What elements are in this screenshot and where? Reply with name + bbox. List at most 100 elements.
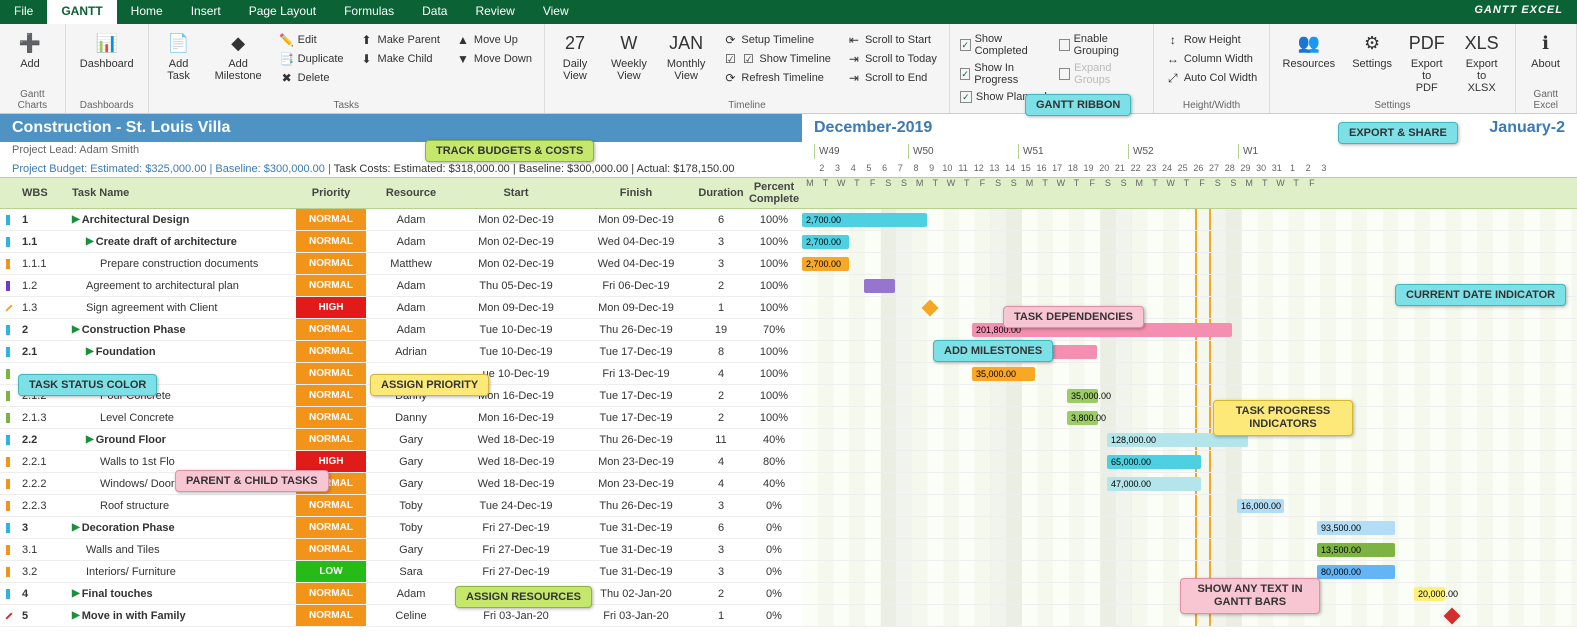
- menu-tab-insert[interactable]: Insert: [177, 0, 235, 24]
- task-row[interactable]: NORMALue 10-Dec-19Fri 13-Dec-194100%35,0…: [0, 363, 1577, 385]
- scroll-end-button[interactable]: ⇥Scroll to End: [843, 70, 941, 86]
- menu-tab-formulas[interactable]: Formulas: [330, 0, 408, 24]
- scroll-start-button[interactable]: ⇤Scroll to Start: [843, 32, 941, 48]
- gantt-bar[interactable]: 20,000.00: [1414, 587, 1445, 601]
- expand-icon[interactable]: ▶: [72, 522, 80, 533]
- task-row[interactable]: 3.2Interiors/ FurnitureLOWSaraFri 27-Dec…: [0, 561, 1577, 583]
- task-row[interactable]: 2▶Construction PhaseNORMALAdamTue 10-Dec…: [0, 319, 1577, 341]
- menu-tab-page layout[interactable]: Page Layout: [235, 0, 330, 24]
- col-width-button[interactable]: ↔Column Width: [1162, 51, 1261, 67]
- expand-icon[interactable]: ▶: [72, 610, 80, 621]
- task-name-cell[interactable]: ▶Architectural Design: [66, 209, 296, 230]
- expand-icon[interactable]: ▶: [86, 236, 94, 247]
- menu-tab-review[interactable]: Review: [461, 0, 528, 24]
- expand-icon[interactable]: ▶: [86, 434, 94, 445]
- scroll-today-button[interactable]: ⇥Scroll to Today: [843, 51, 941, 67]
- col-priority[interactable]: Priority: [296, 178, 366, 208]
- col-finish[interactable]: Finish: [576, 178, 696, 208]
- show-timeline-button[interactable]: ☑☑Show Timeline: [719, 51, 835, 67]
- gantt-bar[interactable]: 2,700.00: [802, 257, 849, 271]
- col-wbs[interactable]: WBS: [16, 178, 66, 208]
- task-row[interactable]: 5▶Move in with FamilyNORMALCelineFri 03-…: [0, 605, 1577, 627]
- gantt-row[interactable]: 128,000.00: [802, 429, 1577, 450]
- milestone-icon[interactable]: [922, 300, 939, 317]
- task-name-cell[interactable]: ▶Ground Floor: [66, 429, 296, 450]
- col-taskname[interactable]: Task Name: [66, 178, 296, 208]
- make-parent-button[interactable]: ⬆Make Parent: [356, 32, 444, 48]
- menu-tab-data[interactable]: Data: [408, 0, 461, 24]
- gantt-row[interactable]: 16,000.00: [802, 495, 1577, 516]
- task-row[interactable]: 3▶Decoration PhaseNORMALTobyFri 27-Dec-1…: [0, 517, 1577, 539]
- expand-icon[interactable]: ▶: [72, 324, 80, 335]
- add-chart-button[interactable]: ➕Add: [8, 28, 52, 72]
- menu-tab-home[interactable]: Home: [117, 0, 177, 24]
- auto-col-width-button[interactable]: ⤢Auto Col Width: [1162, 70, 1261, 86]
- enable-grouping[interactable]: Enable Grouping: [1057, 32, 1145, 58]
- task-row[interactable]: 1.1▶Create draft of architectureNORMALAd…: [0, 231, 1577, 253]
- task-name-cell[interactable]: ▶Final touches: [66, 583, 296, 604]
- task-name-cell[interactable]: ▶Move in with Family: [66, 605, 296, 626]
- task-name-cell[interactable]: ▶Foundation: [66, 341, 296, 362]
- task-name-cell[interactable]: ▶Decoration Phase: [66, 517, 296, 538]
- gantt-bar[interactable]: 2,700.00: [802, 235, 849, 249]
- task-name-cell[interactable]: Walls and Tiles: [66, 539, 296, 560]
- add-task-button[interactable]: 📄AddTask: [157, 28, 201, 84]
- col-percent[interactable]: Percent Complete: [746, 178, 802, 208]
- export-pdf-button[interactable]: PDFExportto PDF: [1405, 28, 1449, 96]
- task-row[interactable]: 1▶Architectural DesignNORMALAdamMon 02-D…: [0, 209, 1577, 231]
- task-row[interactable]: 4▶Final touchesNORMALAdamThu 02-Jan-2020…: [0, 583, 1577, 605]
- add-milestone-button[interactable]: ◆AddMilestone: [209, 28, 268, 84]
- gantt-row[interactable]: 3,800.00: [802, 407, 1577, 428]
- gantt-row[interactable]: 65,000.00: [802, 451, 1577, 472]
- gantt-bar[interactable]: 16,000.00: [1237, 499, 1284, 513]
- delete-button[interactable]: ✖Delete: [276, 70, 348, 86]
- filter-completed[interactable]: ✓Show Completed: [958, 32, 1049, 58]
- gantt-row[interactable]: 13,500.00: [802, 539, 1577, 560]
- expand-icon[interactable]: ▶: [72, 588, 80, 599]
- gantt-bar[interactable]: [864, 279, 895, 293]
- gantt-bar[interactable]: 80,000.00: [1317, 565, 1395, 579]
- task-name-cell[interactable]: Roof structure: [66, 495, 296, 516]
- daily-view-button[interactable]: 27DailyView: [553, 28, 597, 84]
- milestone-icon[interactable]: [1444, 608, 1461, 625]
- task-name-cell[interactable]: ▶Create draft of architecture: [66, 231, 296, 252]
- gantt-row[interactable]: 47,000.00: [802, 473, 1577, 494]
- gantt-bar[interactable]: 35,000.00: [972, 367, 1035, 381]
- task-row[interactable]: 2.1▶FoundationNORMALAdrianTue 10-Dec-19T…: [0, 341, 1577, 363]
- task-name-cell[interactable]: Sign agreement with Client: [66, 297, 296, 318]
- weekly-view-button[interactable]: WWeeklyView: [605, 28, 653, 84]
- settings-button[interactable]: ⚙Settings: [1347, 28, 1396, 72]
- move-down-button[interactable]: ▼Move Down: [452, 51, 536, 67]
- gantt-bar[interactable]: 47,000.00: [1107, 477, 1201, 491]
- task-name-cell[interactable]: Agreement to architectural plan: [66, 275, 296, 296]
- duplicate-button[interactable]: 📑Duplicate: [276, 51, 348, 67]
- refresh-timeline-button[interactable]: ⟳Refresh Timeline: [719, 70, 835, 86]
- task-name-cell[interactable]: ▶Construction Phase: [66, 319, 296, 340]
- gantt-row[interactable]: 201,800.00: [802, 319, 1577, 340]
- about-button[interactable]: ℹAbout: [1524, 28, 1568, 72]
- row-height-button[interactable]: ↕Row Height: [1162, 32, 1261, 48]
- gantt-row[interactable]: 35,000.00: [802, 363, 1577, 384]
- col-resource[interactable]: Resource: [366, 178, 456, 208]
- task-row[interactable]: 3.1Walls and TilesNORMALGaryFri 27-Dec-1…: [0, 539, 1577, 561]
- gantt-bar[interactable]: 93,500.00: [1317, 521, 1395, 535]
- expand-icon[interactable]: ▶: [86, 346, 94, 357]
- dashboard-button[interactable]: 📊Dashboard: [74, 28, 140, 72]
- gantt-row[interactable]: 73,800.00: [802, 341, 1577, 362]
- make-child-button[interactable]: ⬇Make Child: [356, 51, 444, 67]
- export-xlsx-button[interactable]: XLSExportto XLSX: [1457, 28, 1507, 96]
- gantt-row[interactable]: 35,000.00: [802, 385, 1577, 406]
- resources-button[interactable]: 👥Resources: [1278, 28, 1339, 72]
- gantt-bar[interactable]: 35,000.00: [1067, 389, 1098, 403]
- edit-button[interactable]: ✏️Edit: [276, 32, 348, 48]
- filter-inprogress[interactable]: ✓Show In Progress: [958, 61, 1049, 87]
- task-row[interactable]: 1.1.1Prepare construction documentsNORMA…: [0, 253, 1577, 275]
- gantt-row[interactable]: 2,700.00: [802, 231, 1577, 252]
- setup-timeline-button[interactable]: ⟳Setup Timeline: [719, 32, 835, 48]
- gantt-row[interactable]: 93,500.00: [802, 517, 1577, 538]
- col-duration[interactable]: Duration: [696, 178, 746, 208]
- task-row[interactable]: 1.3Sign agreement with ClientHIGHAdamMon…: [0, 297, 1577, 319]
- move-up-button[interactable]: ▲Move Up: [452, 32, 536, 48]
- gantt-bar[interactable]: 2,700.00: [802, 213, 927, 227]
- task-name-cell[interactable]: Prepare construction documents: [66, 253, 296, 274]
